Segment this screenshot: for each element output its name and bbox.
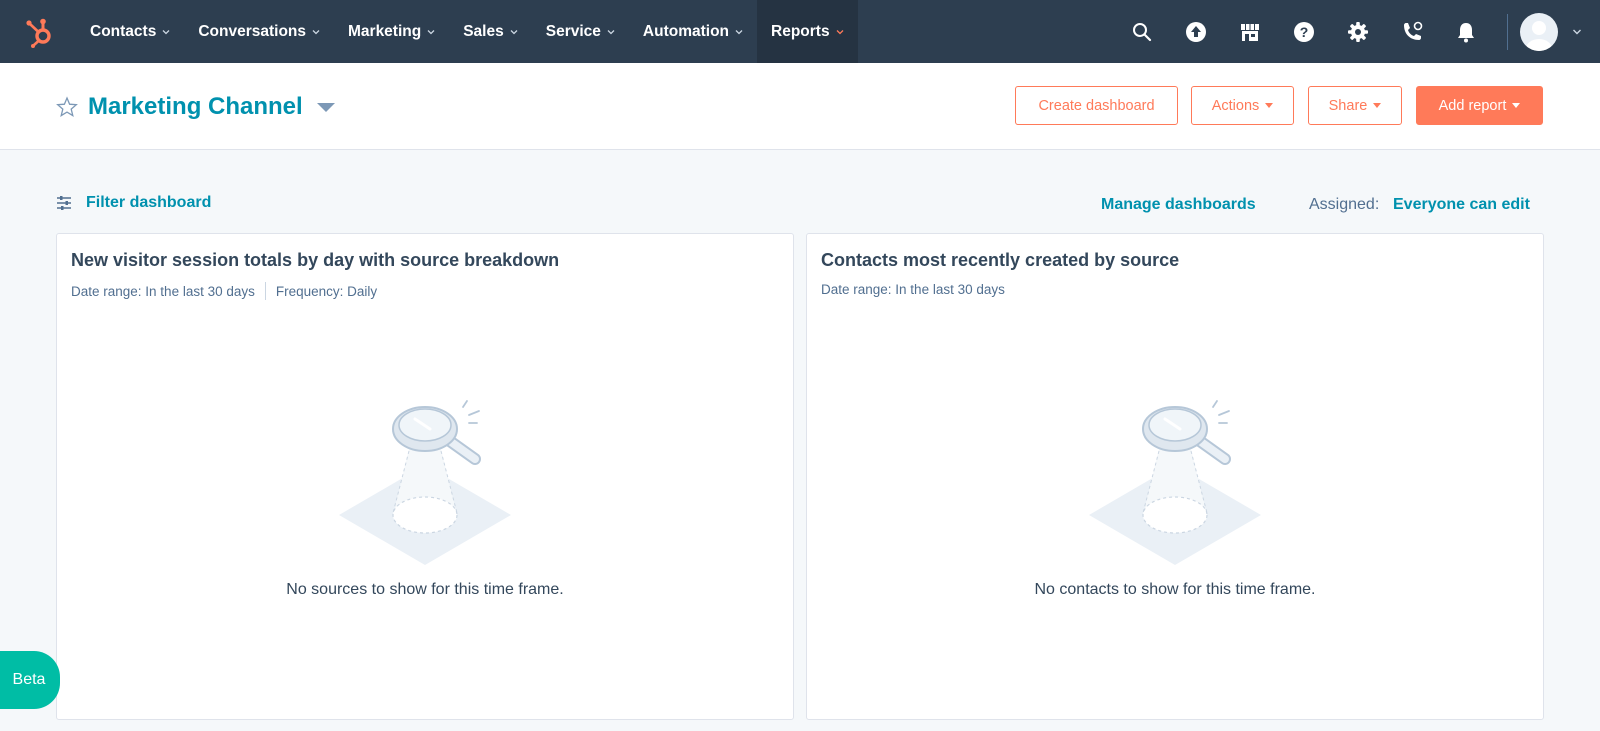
- share-label: Share: [1328, 97, 1368, 114]
- report-title: New visitor session totals by day with s…: [71, 250, 560, 270]
- nav-reports[interactable]: Reports: [757, 0, 858, 63]
- meta-divider: [264, 282, 266, 300]
- nav-reports-label: Reports: [771, 22, 830, 40]
- nav-service[interactable]: Service: [532, 0, 629, 63]
- nav-automation[interactable]: Automation: [629, 0, 757, 63]
- nav-marketing-label: Marketing: [348, 22, 422, 40]
- svg-text:?: ?: [1300, 24, 1309, 40]
- chevron-down-icon: [427, 29, 435, 34]
- beta-feedback-tab[interactable]: Beta: [0, 651, 60, 709]
- caret-down-icon[interactable]: [316, 102, 335, 112]
- filter-dashboard-label: Filter dashboard: [86, 194, 212, 211]
- empty-state-magnifier-icon: [1089, 400, 1261, 565]
- create-dashboard-label: Create dashboard: [1038, 97, 1155, 114]
- calling-icon[interactable]: [1385, 0, 1439, 63]
- nav-sales-label: Sales: [463, 22, 504, 40]
- chevron-down-icon: [162, 29, 170, 34]
- chevron-down-icon: [735, 29, 743, 34]
- star-icon[interactable]: [56, 96, 78, 118]
- chevron-down-icon: [312, 29, 320, 34]
- create-dashboard-button[interactable]: Create dashboard: [1015, 86, 1178, 125]
- marketplace-icon[interactable]: [1223, 0, 1277, 63]
- empty-state-magnifier-icon: [339, 400, 511, 565]
- upgrade-icon[interactable]: [1169, 0, 1223, 63]
- report-date-range: Date range: In the last 30 days: [71, 283, 255, 299]
- nav-automation-label: Automation: [642, 22, 730, 40]
- report-title: Contacts most recently created by source: [821, 250, 1180, 270]
- report-card[interactable]: New visitor session totals by day with s…: [56, 233, 794, 720]
- dashboard-header: Marketing Channel Create dashboard Actio…: [0, 63, 1600, 150]
- filter-dashboard-button[interactable]: Filter dashboard: [56, 194, 211, 212]
- dashboard-title-area: Marketing Channel: [56, 87, 335, 127]
- nav-contacts-label: Contacts: [90, 22, 157, 40]
- nav-contacts[interactable]: Contacts: [76, 0, 184, 63]
- top-navigation: Contacts Conversations Marketing Sales S…: [0, 0, 1600, 63]
- search-icon[interactable]: [1115, 0, 1169, 63]
- beta-label: Beta: [12, 671, 46, 688]
- assigned-label: Assigned:: [1309, 196, 1380, 213]
- chevron-down-icon: [510, 29, 518, 34]
- chevron-down-icon[interactable]: [1572, 27, 1582, 37]
- help-icon[interactable]: ?: [1277, 0, 1331, 63]
- actions-label: Actions: [1211, 97, 1260, 114]
- caret-down-icon: [1265, 103, 1274, 108]
- report-meta: Date range: In the last 30 days Frequenc…: [71, 282, 377, 300]
- nav-conversations[interactable]: Conversations: [184, 0, 334, 63]
- nav-sales[interactable]: Sales: [449, 0, 532, 63]
- nav-conversations-label: Conversations: [198, 22, 306, 40]
- dashboard-title[interactable]: Marketing Channel: [88, 93, 303, 121]
- nav-marketing[interactable]: Marketing: [334, 0, 449, 63]
- actions-button[interactable]: Actions: [1191, 86, 1294, 125]
- report-meta: Date range: In the last 30 days: [821, 282, 1005, 297]
- manage-dashboards-link[interactable]: Manage dashboards: [1101, 196, 1256, 214]
- hubspot-logo-icon[interactable]: [14, 0, 66, 63]
- assigned-permission-link[interactable]: Everyone can edit: [1393, 196, 1530, 214]
- add-report-button[interactable]: Add report: [1416, 86, 1543, 125]
- report-date-range: Date range: In the last 30 days: [821, 282, 1005, 297]
- add-report-label: Add report: [1438, 97, 1507, 114]
- settings-icon[interactable]: [1331, 0, 1385, 63]
- filter-sliders-icon: [57, 196, 71, 210]
- nav-divider: [1507, 13, 1508, 50]
- empty-state-message: No contacts to show for this time frame.: [1034, 581, 1316, 598]
- empty-state-message: No sources to show for this time frame.: [286, 581, 564, 598]
- user-avatar[interactable]: [1520, 12, 1558, 51]
- chevron-down-icon: [607, 29, 615, 34]
- caret-down-icon: [1512, 103, 1521, 108]
- notifications-icon[interactable]: [1439, 0, 1493, 63]
- share-button[interactable]: Share: [1308, 86, 1402, 125]
- report-card[interactable]: Contacts most recently created by source…: [806, 233, 1544, 720]
- nav-utilities: ?: [1115, 0, 1600, 63]
- nav-service-label: Service: [545, 22, 601, 40]
- chevron-down-icon: [836, 29, 844, 34]
- report-frequency: Frequency: Daily: [275, 283, 378, 299]
- caret-down-icon: [1373, 103, 1382, 108]
